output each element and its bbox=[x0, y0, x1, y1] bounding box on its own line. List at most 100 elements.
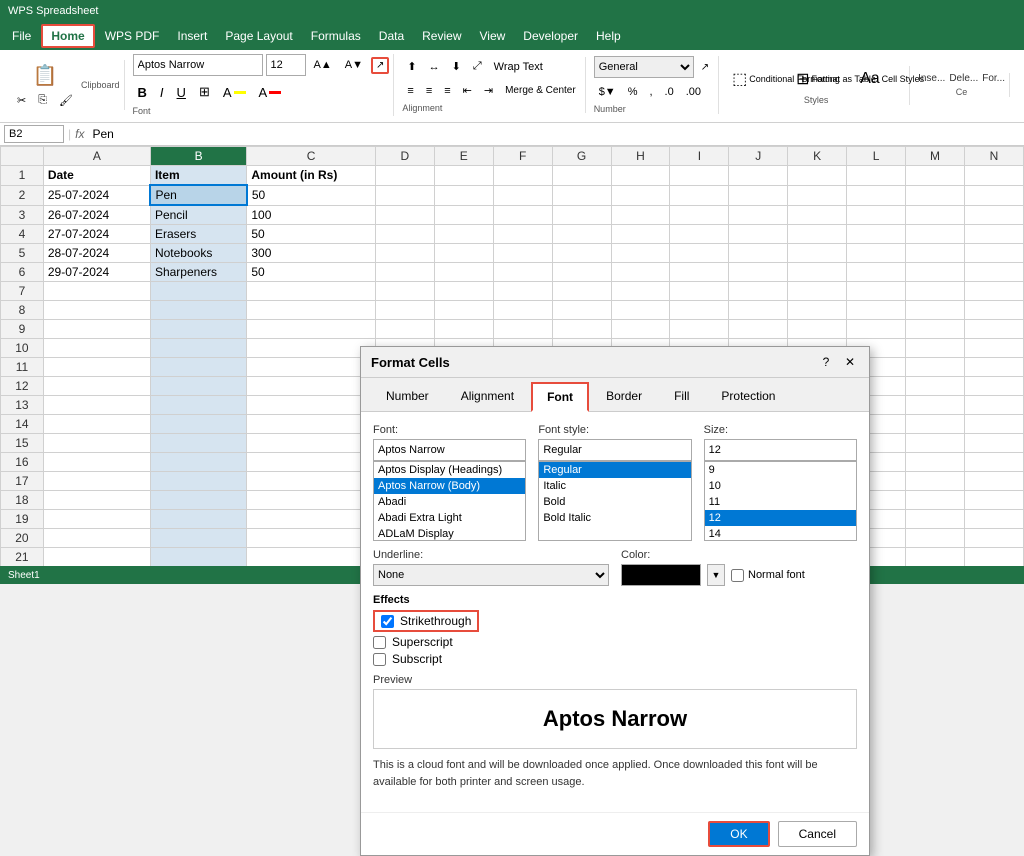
increase-decimal-btn[interactable]: .00 bbox=[681, 83, 706, 101]
tab-border[interactable]: Border bbox=[591, 382, 657, 411]
align-bottom-btn[interactable]: ⬇ bbox=[447, 57, 466, 76]
align-right-btn[interactable]: ≡ bbox=[439, 81, 455, 100]
font-item-aptos-display[interactable]: Aptos Display (Headings) bbox=[374, 462, 525, 478]
menu-help[interactable]: Help bbox=[588, 26, 629, 46]
color-col: Color: ▼ Normal font bbox=[621, 549, 857, 586]
menu-data[interactable]: Data bbox=[371, 26, 412, 46]
font-style-field[interactable] bbox=[538, 439, 691, 461]
size-list[interactable]: 9 10 11 12 14 16 bbox=[704, 461, 857, 541]
dialog-help-btn[interactable]: ? bbox=[817, 353, 835, 371]
cancel-button[interactable]: Cancel bbox=[778, 821, 857, 847]
tab-protection[interactable]: Protection bbox=[706, 382, 790, 411]
tab-font[interactable]: Font bbox=[531, 382, 589, 412]
style-bold-italic[interactable]: Bold Italic bbox=[539, 510, 690, 526]
color-dropdown-btn[interactable]: ▼ bbox=[707, 564, 725, 586]
style-bold[interactable]: Bold bbox=[539, 494, 690, 510]
font-size-input[interactable] bbox=[266, 54, 306, 76]
font-name-col: Font: Aptos Display (Headings) Aptos Nar… bbox=[373, 424, 526, 541]
decrease-font-btn[interactable]: A▼ bbox=[340, 56, 368, 74]
size-10[interactable]: 10 bbox=[705, 478, 856, 494]
font-item-aptos-narrow[interactable]: Aptos Narrow (Body) bbox=[374, 478, 525, 494]
cell-styles-btn[interactable]: Aa Cell Styles bbox=[855, 67, 905, 91]
tab-alignment[interactable]: Alignment bbox=[446, 382, 529, 411]
border-button[interactable]: ⊞ bbox=[194, 81, 215, 103]
tab-number[interactable]: Number bbox=[371, 382, 444, 411]
font-name-input[interactable] bbox=[133, 54, 263, 76]
title-bar: WPS Spreadsheet bbox=[0, 0, 1024, 22]
increase-font-btn[interactable]: A▲ bbox=[309, 56, 337, 74]
size-9[interactable]: 9 bbox=[705, 462, 856, 478]
paste-button[interactable]: 📋 bbox=[24, 60, 67, 91]
style-regular[interactable]: Regular bbox=[539, 462, 690, 478]
fill-color-button[interactable]: A bbox=[218, 82, 251, 103]
wrap-text-btn[interactable]: Wrap Text bbox=[489, 57, 548, 76]
size-12[interactable]: 12 bbox=[705, 510, 856, 526]
number-dialog-launcher[interactable]: ↗ bbox=[696, 56, 714, 78]
normal-font-checkbox[interactable] bbox=[731, 569, 744, 582]
strikethrough-label: Strikethrough bbox=[400, 614, 471, 628]
color-swatch[interactable] bbox=[621, 564, 701, 586]
comma-btn[interactable]: , bbox=[644, 83, 657, 101]
italic-button[interactable]: I bbox=[155, 82, 169, 103]
menu-insert[interactable]: Insert bbox=[169, 26, 215, 46]
formula-input[interactable] bbox=[88, 125, 1020, 143]
tab-fill[interactable]: Fill bbox=[659, 382, 704, 411]
bold-button[interactable]: B bbox=[133, 82, 152, 103]
font-color-button[interactable]: A bbox=[254, 82, 287, 103]
font-group: A▲ A▼ ↗ B I U ⊞ A A Font bbox=[129, 54, 395, 116]
dialog-close-btn[interactable]: ✕ bbox=[841, 353, 859, 371]
style-italic[interactable]: Italic bbox=[539, 478, 690, 494]
font-row: Font: Aptos Display (Headings) Aptos Nar… bbox=[373, 424, 857, 541]
merge-center-btn[interactable]: Merge & Center bbox=[500, 81, 581, 100]
strikethrough-checkbox[interactable] bbox=[381, 615, 394, 628]
style-list[interactable]: Regular Italic Bold Bold Italic bbox=[538, 461, 691, 541]
font-size-field[interactable] bbox=[704, 439, 857, 461]
font-list[interactable]: Aptos Display (Headings) Aptos Narrow (B… bbox=[373, 461, 526, 541]
currency-btn[interactable]: $▼ bbox=[594, 83, 621, 101]
cell-reference-input[interactable] bbox=[4, 125, 64, 143]
font-item-abadi-extra[interactable]: Abadi Extra Light bbox=[374, 510, 525, 526]
font-name-field[interactable] bbox=[373, 439, 526, 461]
format-painter-button[interactable]: 🖌 bbox=[54, 91, 78, 110]
percent-btn[interactable]: % bbox=[623, 83, 643, 101]
underline-button[interactable]: U bbox=[172, 82, 191, 103]
cut-button[interactable]: ✂ bbox=[12, 91, 31, 110]
preview-label: Preview bbox=[373, 674, 857, 686]
align-top-btn[interactable]: ⬆ bbox=[402, 57, 421, 76]
font-style-col: Font style: Regular Italic Bold Bold Ita… bbox=[538, 424, 691, 541]
size-11[interactable]: 11 bbox=[705, 494, 856, 510]
number-group: General ↗ $▼ % , .0 .00 Number bbox=[590, 56, 719, 114]
decrease-decimal-btn[interactable]: .0 bbox=[660, 83, 679, 101]
menu-formulas[interactable]: Formulas bbox=[303, 26, 369, 46]
superscript-checkbox[interactable] bbox=[373, 636, 386, 649]
align-center-btn[interactable]: ≡ bbox=[421, 81, 437, 100]
copy-button[interactable]: ⎘ bbox=[33, 91, 52, 110]
font-dialog-launcher[interactable]: ↗ bbox=[371, 57, 389, 74]
font-item-abadi[interactable]: Abadi bbox=[374, 494, 525, 510]
title-text: WPS Spreadsheet bbox=[8, 5, 99, 17]
menu-home[interactable]: Home bbox=[41, 24, 94, 48]
subscript-checkbox[interactable] bbox=[373, 653, 386, 666]
angle-text-btn[interactable]: ⤢ bbox=[468, 57, 487, 76]
conditional-formatting-btn[interactable]: ⬚ Conditional Formatting bbox=[727, 66, 787, 92]
decrease-indent-btn[interactable]: ⇤ bbox=[458, 81, 477, 100]
font-size-col: Size: 9 10 11 12 14 16 bbox=[704, 424, 857, 541]
cells-label: Ce bbox=[956, 87, 968, 97]
cells-group: Inse... Dele... For... Ce bbox=[914, 73, 1010, 97]
menu-developer[interactable]: Developer bbox=[515, 26, 586, 46]
menu-pagelayout[interactable]: Page Layout bbox=[217, 26, 300, 46]
menu-review[interactable]: Review bbox=[414, 26, 469, 46]
size-14[interactable]: 14 bbox=[705, 526, 856, 541]
menu-file[interactable]: File bbox=[4, 26, 39, 46]
underline-select[interactable]: None bbox=[373, 564, 609, 586]
align-left-btn[interactable]: ≡ bbox=[402, 81, 418, 100]
number-format-select[interactable]: General bbox=[594, 56, 694, 78]
align-middle-btn[interactable]: ↔ bbox=[424, 57, 445, 76]
font-item-adlam[interactable]: ADLaM Display bbox=[374, 526, 525, 541]
ok-button[interactable]: OK bbox=[708, 821, 769, 847]
menu-view[interactable]: View bbox=[472, 26, 514, 46]
format-as-table-btn[interactable]: ⊞ Format as Table bbox=[791, 66, 851, 92]
menu-wpspdf[interactable]: WPS PDF bbox=[97, 26, 168, 46]
increase-indent-btn[interactable]: ⇥ bbox=[479, 81, 498, 100]
dialog-title-bar: Format Cells ? ✕ bbox=[361, 347, 869, 378]
